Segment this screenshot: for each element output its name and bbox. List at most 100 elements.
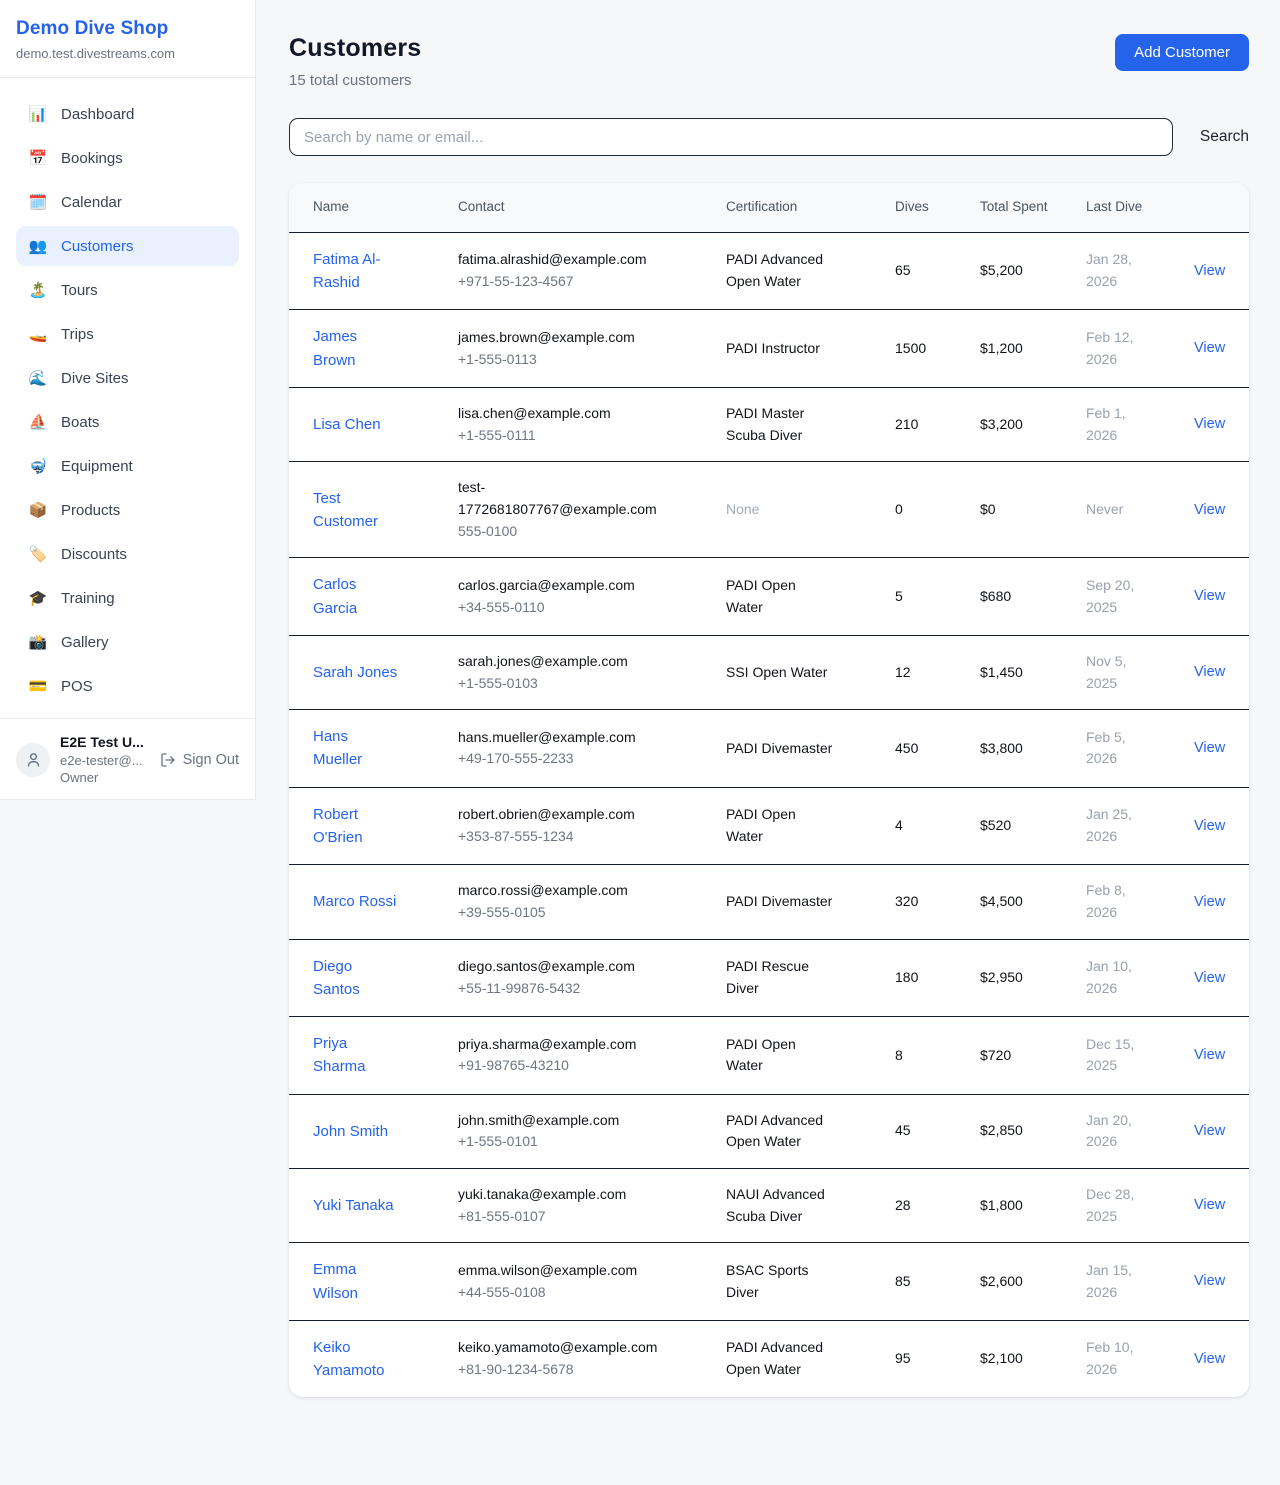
- customer-dives: 8: [895, 1047, 903, 1063]
- customer-total-spent: $5,200: [980, 262, 1023, 278]
- customer-total-spent: $3,800: [980, 740, 1023, 756]
- sidebar-item-dashboard[interactable]: 📊 Dashboard: [16, 94, 239, 134]
- customer-name-link[interactable]: John Smith: [313, 1120, 388, 1143]
- sidebar-item-trips[interactable]: 🚤 Trips: [16, 314, 239, 354]
- customer-name-link[interactable]: Hans Mueller: [313, 725, 398, 772]
- sidebar-item-pos[interactable]: 💳 POS: [16, 666, 239, 706]
- add-customer-button[interactable]: Add Customer: [1115, 34, 1249, 71]
- view-customer-link[interactable]: View: [1194, 894, 1225, 910]
- customer-last-dive: Sep 20, 2025: [1086, 577, 1134, 615]
- page-title: Customers: [289, 34, 421, 63]
- user-email: e2e-tester@...: [60, 752, 144, 770]
- view-customer-link[interactable]: View: [1194, 502, 1225, 518]
- customer-name-link[interactable]: Yuki Tanaka: [313, 1194, 394, 1217]
- customer-name-link[interactable]: Keiko Yamamoto: [313, 1336, 398, 1383]
- customer-last-dive: Jan 25, 2026: [1086, 806, 1132, 844]
- table-header-row: Name Contact Certification Dives Total S…: [289, 183, 1249, 232]
- view-customer-link[interactable]: View: [1194, 1047, 1225, 1063]
- customer-name-link[interactable]: Lisa Chen: [313, 413, 381, 436]
- customer-name-link[interactable]: Robert O'Brien: [313, 803, 398, 850]
- view-customer-link[interactable]: View: [1194, 740, 1225, 756]
- sidebar-item-label: Customers: [61, 238, 134, 255]
- customer-name-link[interactable]: Marco Rossi: [313, 890, 396, 913]
- view-customer-link[interactable]: View: [1194, 1273, 1225, 1289]
- customer-email: priya.sharma@example.com: [458, 1034, 658, 1056]
- sidebar-item-gallery[interactable]: 📸 Gallery: [16, 622, 239, 662]
- customer-last-dive: Nov 5, 2025: [1086, 653, 1126, 691]
- customer-name-link[interactable]: Carlos Garcia: [313, 573, 398, 620]
- view-customer-link[interactable]: View: [1194, 1123, 1225, 1139]
- nav-icon: 🌊: [28, 369, 48, 387]
- table-row: John Smith john.smith@example.com +1-555…: [289, 1094, 1249, 1168]
- customer-name-link[interactable]: Test Customer: [313, 487, 398, 534]
- customer-name-link[interactable]: Diego Santos: [313, 955, 398, 1002]
- customer-phone: +44-555-0108: [458, 1282, 658, 1304]
- col-header-contact: Contact: [446, 183, 714, 232]
- nav-icon: ⛵: [28, 413, 48, 431]
- table-row: Marco Rossi marco.rossi@example.com +39-…: [289, 865, 1249, 939]
- user-role: Owner: [60, 769, 144, 787]
- sidebar-item-label: Trips: [61, 326, 94, 343]
- customer-phone: 555-0100: [458, 521, 658, 543]
- sidebar-item-label: Dive Sites: [61, 370, 129, 387]
- view-customer-link[interactable]: View: [1194, 588, 1225, 604]
- customer-last-dive: Feb 1, 2026: [1086, 405, 1126, 443]
- customer-certification: PADI Advanced Open Water: [726, 1339, 823, 1377]
- search-row: Search: [289, 118, 1249, 156]
- sidebar-item-equipment[interactable]: 🤿 Equipment: [16, 446, 239, 486]
- sidebar-item-label: Boats: [61, 414, 99, 431]
- sidebar-item-label: Calendar: [61, 194, 122, 211]
- sidebar-item-tours[interactable]: 🏝️ Tours: [16, 270, 239, 310]
- customer-phone: +353-87-555-1234: [458, 826, 658, 848]
- sidebar-item-dive-sites[interactable]: 🌊 Dive Sites: [16, 358, 239, 398]
- customer-name-link[interactable]: Fatima Al-Rashid: [313, 248, 398, 295]
- customer-last-dive: Jan 28, 2026: [1086, 251, 1132, 289]
- sign-out-button[interactable]: Sign Out: [160, 752, 239, 768]
- search-input[interactable]: [289, 118, 1173, 156]
- sidebar-item-discounts[interactable]: 🏷️ Discounts: [16, 534, 239, 574]
- search-button[interactable]: Search: [1200, 128, 1249, 146]
- sidebar-item-bookings[interactable]: 📅 Bookings: [16, 138, 239, 178]
- user-name: E2E Test U...: [60, 733, 144, 752]
- view-customer-link[interactable]: View: [1194, 970, 1225, 986]
- customer-dives: 4: [895, 817, 903, 833]
- sidebar-item-customers[interactable]: 👥 Customers: [16, 226, 239, 266]
- customer-certification: BSAC Sports Diver: [726, 1262, 808, 1300]
- customer-name-link[interactable]: James Brown: [313, 325, 398, 372]
- view-customer-link[interactable]: View: [1194, 263, 1225, 279]
- view-customer-link[interactable]: View: [1194, 664, 1225, 680]
- customer-phone: +971-55-123-4567: [458, 271, 658, 293]
- customer-name-link[interactable]: Emma Wilson: [313, 1258, 398, 1305]
- customer-total-spent: $1,200: [980, 340, 1023, 356]
- table-row: Test Customer test-1772681807767@example…: [289, 462, 1249, 558]
- view-customer-link[interactable]: View: [1194, 1197, 1225, 1213]
- customer-total-spent: $2,850: [980, 1122, 1023, 1138]
- customer-count: 15 total customers: [289, 72, 421, 89]
- table-row: Keiko Yamamoto keiko.yamamoto@example.co…: [289, 1320, 1249, 1397]
- customer-phone: +34-555-0110: [458, 597, 658, 619]
- customer-dives: 5: [895, 588, 903, 604]
- customer-email: hans.mueller@example.com: [458, 727, 658, 749]
- customer-total-spent: $1,450: [980, 664, 1023, 680]
- main-content: Customers 15 total customers Add Custome…: [256, 0, 1280, 1397]
- sidebar-item-calendar[interactable]: 🗓️ Calendar: [16, 182, 239, 222]
- view-customer-link[interactable]: View: [1194, 818, 1225, 834]
- col-header-dives: Dives: [883, 183, 968, 232]
- sign-out-label: Sign Out: [183, 752, 239, 768]
- customer-email: john.smith@example.com: [458, 1110, 658, 1132]
- view-customer-link[interactable]: View: [1194, 1351, 1225, 1367]
- customer-email: emma.wilson@example.com: [458, 1260, 658, 1282]
- view-customer-link[interactable]: View: [1194, 340, 1225, 356]
- sidebar-item-label: Tours: [61, 282, 98, 299]
- customer-dives: 85: [895, 1273, 911, 1289]
- customer-email: james.brown@example.com: [458, 327, 658, 349]
- sidebar-item-training[interactable]: 🎓 Training: [16, 578, 239, 618]
- customer-last-dive: Jan 10, 2026: [1086, 958, 1132, 996]
- customer-name-link[interactable]: Priya Sharma: [313, 1032, 398, 1079]
- sidebar-item-products[interactable]: 📦 Products: [16, 490, 239, 530]
- customer-certification: PADI Divemaster: [726, 893, 832, 909]
- customer-last-dive: Dec 28, 2025: [1086, 1186, 1134, 1224]
- customer-name-link[interactable]: Sarah Jones: [313, 661, 397, 684]
- sidebar-item-boats[interactable]: ⛵ Boats: [16, 402, 239, 442]
- view-customer-link[interactable]: View: [1194, 416, 1225, 432]
